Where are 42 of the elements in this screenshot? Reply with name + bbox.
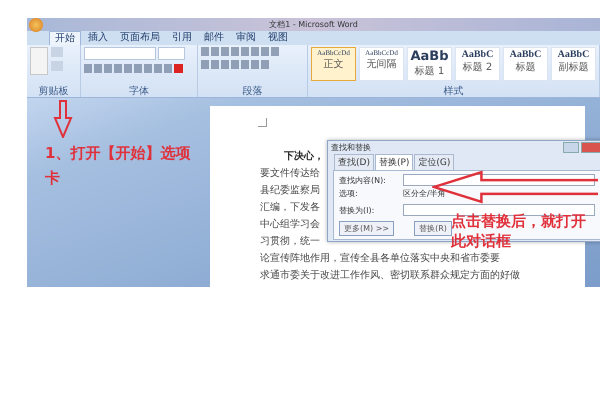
ribbon-tab[interactable]: 视图 [263, 31, 293, 45]
field-label: 选项: [339, 188, 359, 198]
style-gallery-item[interactable]: AaBb 标题 1 [407, 47, 452, 81]
dialog-title: 查找和替换 [331, 142, 371, 153]
document-text: 论宣传阵地作用，宣传全县各单位落实中央和省市委要 [260, 252, 500, 266]
document-text: 求通市委关于改进工作作风、密切联系群众规定方面的好做 [260, 268, 520, 283]
font-size-field[interactable] [158, 47, 185, 60]
margin-mark-icon [258, 118, 267, 127]
ribbon-tab[interactable]: 页面布局 [115, 31, 165, 45]
field-label: 查找内容(N): [339, 174, 387, 186]
group-label: 样式 [442, 86, 464, 97]
ribbon-tab[interactable]: 引用 [167, 31, 197, 45]
dialog-tab[interactable]: 查找(D) [334, 154, 374, 170]
dialog-button[interactable]: 更多(M) >> [339, 221, 394, 236]
document-text: 习贯彻，统一 [260, 234, 320, 249]
window-title: 文档1 - Microsoft Word [269, 19, 358, 30]
ribbon-tab[interactable]: 审阅 [231, 31, 261, 45]
group-label: 剪贴板 [37, 86, 70, 97]
document-text: 中心组学习会 [260, 218, 320, 232]
document-text: 县纪委监察局 [260, 184, 320, 198]
field-label: 替换为(I): [339, 204, 376, 216]
style-gallery-item[interactable]: AaBbC 标题 [503, 47, 548, 81]
document-text: 汇编，下发各 [260, 200, 320, 215]
ribbon-tab[interactable]: 插入 [83, 31, 113, 45]
down-arrow-icon [53, 100, 73, 138]
style-gallery-item[interactable]: AaBbC 副标题 [551, 47, 596, 81]
annotation-text: 1、打开【开始】选项卡 [45, 143, 192, 189]
annotation-text: 点击替换后，就打开此对话框 [451, 211, 587, 251]
font-name-field[interactable] [84, 47, 156, 60]
office-button-icon[interactable] [29, 18, 43, 32]
document-text: 要文件传达给 [260, 166, 320, 181]
group-label: 段落 [242, 86, 264, 97]
dialog-button[interactable]: 替换(R) [414, 221, 452, 236]
close-icon[interactable] [581, 142, 600, 153]
group-label: 字体 [128, 86, 150, 97]
dialog-tab[interactable]: 定位(G) [414, 154, 454, 170]
options-text: 区分全/半角 [403, 188, 446, 198]
document-text: 下决心， [283, 149, 324, 164]
ribbon-tab[interactable]: 开始 [49, 31, 81, 45]
dialog-tab[interactable]: 替换(P) [374, 154, 414, 170]
style-gallery-item[interactable]: AaBbC 标题 2 [455, 47, 500, 81]
ribbon-tab[interactable]: 邮件 [199, 31, 229, 45]
